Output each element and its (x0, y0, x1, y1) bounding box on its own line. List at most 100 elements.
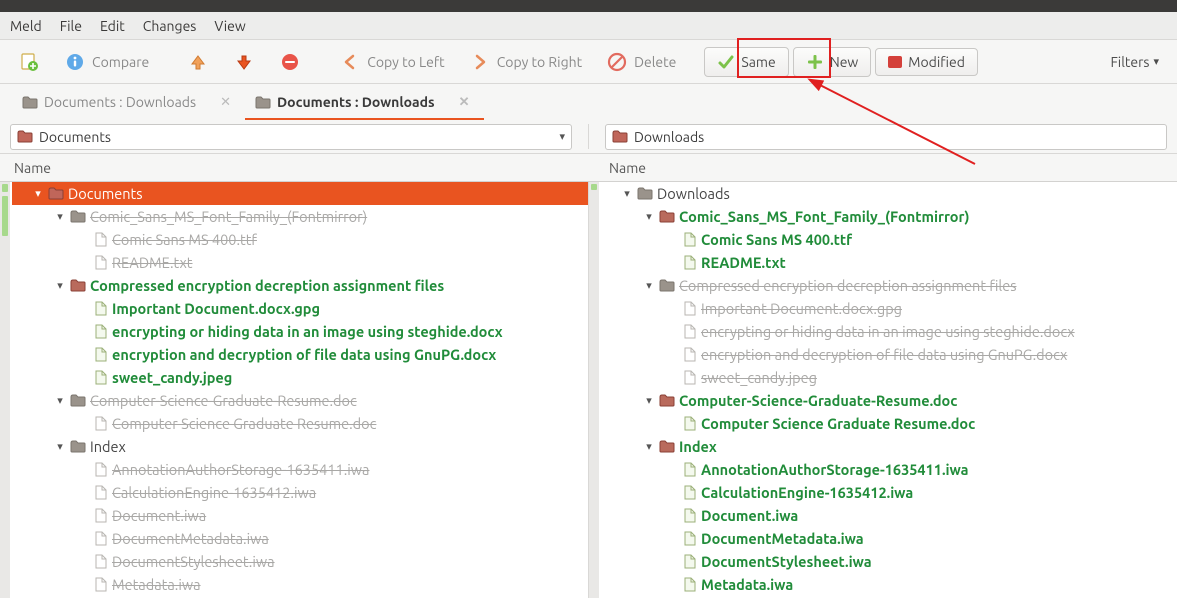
tree-file[interactable]: CalculationEngine-1635412.iwa (12, 481, 588, 504)
chevron-down-icon: ▾ (1153, 55, 1159, 68)
tree-file[interactable]: DocumentMetadata.iwa (12, 527, 588, 550)
tree-folder[interactable]: ▾Comic_Sans_MS_Font_Family_(Fontmirror) (12, 205, 588, 228)
same-toggle[interactable]: Same (704, 47, 788, 77)
tree-folder[interactable]: ▾Comic_Sans_MS_Font_Family_(Fontmirror) (601, 205, 1177, 228)
tree-folder[interactable]: ▾Documents (12, 182, 588, 205)
tree-file[interactable]: Computer Science Graduate Resume.doc (601, 412, 1177, 435)
tree-folder[interactable]: ▾ Computer-Science-Graduate-Resume.doc (12, 389, 588, 412)
tree-folder[interactable]: ▾Downloads (601, 182, 1177, 205)
right-path-selector[interactable]: Downloads (605, 124, 1167, 150)
expand-icon[interactable]: ▾ (643, 210, 655, 223)
pane-divider[interactable] (588, 124, 589, 149)
right-tree[interactable]: ▾Downloads▾Comic_Sans_MS_Font_Family_(Fo… (601, 182, 1177, 598)
expand-icon[interactable]: ▾ (643, 279, 655, 292)
tree-file[interactable]: CalculationEngine-1635412.iwa (601, 481, 1177, 504)
copy-left-button[interactable]: Copy to Left (329, 47, 454, 77)
tree-file[interactable]: DocumentStylesheet.iwa (12, 550, 588, 573)
tree-file[interactable]: Important Document.docx.gpg (12, 297, 588, 320)
expand-icon[interactable]: ▾ (54, 394, 66, 407)
tree-file[interactable]: Important Document.docx.gpg (601, 297, 1177, 320)
tree-folder[interactable]: ▾Index (12, 435, 588, 458)
toolbar: Compare Copy to Left Copy to Right Delet… (0, 40, 1177, 84)
file-icon (92, 371, 108, 385)
tree-file[interactable]: AnnotationAuthorStorage-1635411.iwa (12, 458, 588, 481)
up-button[interactable] (177, 47, 219, 77)
new-toggle[interactable]: New (793, 47, 872, 77)
tree-item-label: Document.iwa (701, 507, 798, 524)
arrow-up-icon (187, 51, 209, 73)
compare-button[interactable]: Compare (54, 47, 159, 77)
plus-icon (806, 53, 824, 71)
tree-file[interactable]: encrypting or hiding data in an image us… (601, 320, 1177, 343)
menu-meld[interactable]: Meld (10, 18, 42, 34)
tree-item-label: Compressed encryption decreption assignm… (90, 277, 444, 294)
menu-changes[interactable]: Changes (143, 18, 197, 34)
tree-file[interactable]: sweet_candy.jpeg (601, 366, 1177, 389)
close-icon[interactable]: ✕ (459, 95, 470, 110)
expand-icon[interactable]: ▾ (643, 394, 655, 407)
tree-file[interactable]: AnnotationAuthorStorage-1635411.iwa (601, 458, 1177, 481)
tree-file[interactable]: encryption and decryption of file data u… (12, 343, 588, 366)
tab-0[interactable]: Documents : Downloads ✕ (12, 86, 245, 120)
left-path-selector[interactable]: Documents ▾ (10, 124, 572, 150)
tree-item-label: Computer-Science-Graduate-Resume.doc (90, 392, 357, 409)
tree-file[interactable]: Document.iwa (12, 504, 588, 527)
tree-file[interactable]: Computer Science Graduate Resume.doc (12, 412, 588, 435)
right-name-header[interactable]: Name (595, 154, 1177, 181)
copy-right-button[interactable]: Copy to Right (459, 47, 592, 77)
tree-file[interactable]: Metadata.iwa (12, 573, 588, 596)
menu-edit[interactable]: Edit (100, 18, 125, 34)
menu-view[interactable]: View (214, 18, 245, 34)
expand-icon[interactable]: ▾ (621, 187, 633, 200)
tree-item-label: Comic Sans MS 400.ttf (112, 231, 257, 248)
file-icon (92, 463, 108, 477)
tree-item-label: AnnotationAuthorStorage-1635411.iwa (701, 461, 969, 478)
tab-1[interactable]: Documents : Downloads ✕ (245, 86, 484, 120)
new-comparison-button[interactable] (8, 47, 50, 77)
stop-button[interactable] (269, 47, 311, 77)
folder-icon (637, 187, 653, 201)
expand-icon[interactable]: ▾ (54, 440, 66, 453)
tree-file[interactable]: encrypting or hiding data in an image us… (12, 320, 588, 343)
expand-icon[interactable]: ▾ (643, 440, 655, 453)
tree-file[interactable]: Comic Sans MS 400.ttf (12, 228, 588, 251)
tree-folder[interactable]: ▾Compressed encryption decreption assign… (601, 274, 1177, 297)
tree-file[interactable]: Document.iwa (601, 504, 1177, 527)
file-icon (681, 233, 697, 247)
tree-item-label: DocumentMetadata.iwa (112, 530, 269, 547)
tree-folder[interactable]: ▾Index (601, 435, 1177, 458)
tree-file[interactable]: Metadata.iwa (601, 573, 1177, 596)
tree-file[interactable]: Comic Sans MS 400.ttf (601, 228, 1177, 251)
chevron-down-icon: ▾ (559, 130, 565, 143)
expand-icon[interactable]: ▾ (32, 187, 44, 200)
tree-folder[interactable]: ▾Computer-Science-Graduate-Resume.doc (601, 389, 1177, 412)
tree-file[interactable]: README.txt (12, 251, 588, 274)
expand-icon[interactable]: ▾ (54, 210, 66, 223)
file-icon (92, 256, 108, 270)
tab-label: Documents : Downloads (277, 94, 435, 110)
tree-file[interactable]: DocumentStylesheet.iwa (601, 550, 1177, 573)
tree-file[interactable]: sweet_candy.jpeg (12, 366, 588, 389)
tree-folder[interactable]: ▾ Compressed encryption decreption assign… (12, 274, 588, 297)
modified-toggle[interactable]: Modified (875, 48, 978, 76)
close-icon[interactable]: ✕ (220, 95, 231, 110)
folder-icon (48, 187, 64, 201)
tree-file[interactable]: README.txt (601, 251, 1177, 274)
file-icon (92, 532, 108, 546)
menu-file[interactable]: File (60, 18, 82, 34)
right-path-label: Downloads (634, 129, 704, 145)
filters-button[interactable]: Filters ▾ (1100, 50, 1169, 74)
tree-item-label: sweet_candy.jpeg (112, 369, 232, 386)
tree-file[interactable]: DocumentMetadata.iwa (601, 527, 1177, 550)
left-name-header[interactable]: Name (0, 154, 582, 181)
file-icon (92, 555, 108, 569)
expand-icon[interactable]: ▾ (54, 279, 66, 292)
tree-item-label: Computer Science Graduate Resume.doc (701, 415, 975, 432)
left-tree[interactable]: ▾Documents▾Comic_Sans_MS_Font_Family_(Fo… (12, 182, 588, 598)
tree-item-label: Metadata.iwa (112, 576, 201, 593)
tree-file[interactable]: encryption and decryption of file data u… (601, 343, 1177, 366)
delete-button[interactable]: Delete (596, 47, 686, 77)
tree-item-label: CalculationEngine-1635412.iwa (701, 484, 913, 501)
tree-item-label: README.txt (701, 254, 786, 271)
down-button[interactable] (223, 47, 265, 77)
